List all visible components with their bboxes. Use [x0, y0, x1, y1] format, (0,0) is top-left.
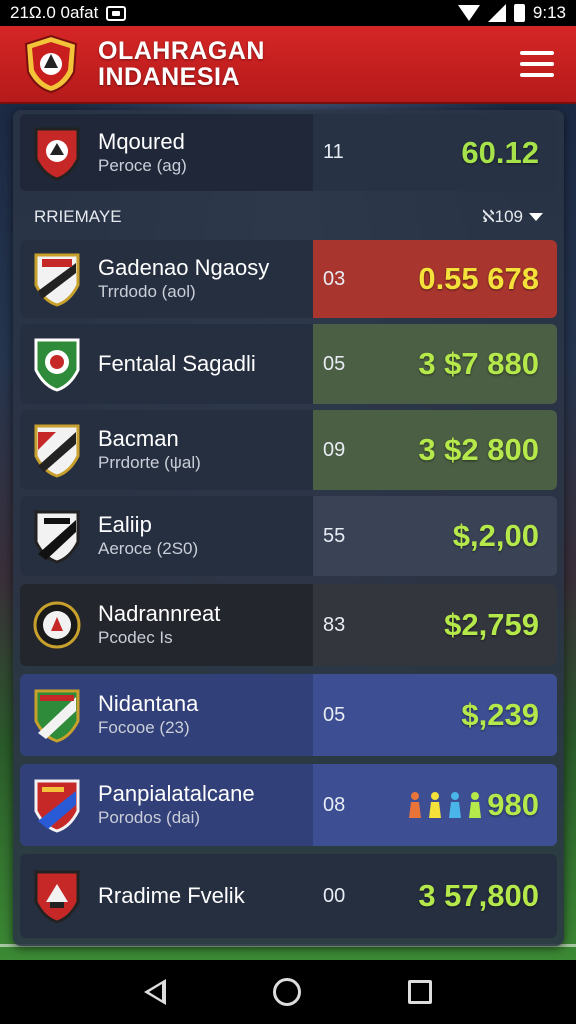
featured-row[interactable]: Mqoured Peroce (ag) 11 60.12 [20, 114, 557, 191]
team-name: Nidantana [98, 691, 199, 716]
team-subtitle: Porodos (dai) [98, 808, 201, 827]
team-value-group: 980 [407, 787, 539, 823]
team-value: 3 57,800 [418, 878, 539, 913]
signal-icon [487, 4, 506, 22]
player-figures-icon [409, 792, 482, 818]
team-subtitle: Peroce (ag) [98, 155, 187, 175]
hamburger-menu-icon[interactable] [520, 51, 554, 77]
team-subtitle: Pcodec Is [98, 628, 173, 647]
team-rank: 11 [323, 141, 344, 163]
team-name: Bacman [98, 426, 179, 451]
team-value: 3 $2 800 [418, 432, 539, 467]
team-name: Nadrannreat [98, 601, 221, 626]
sort-dropdown[interactable]: ℵ109 [482, 207, 543, 227]
home-icon[interactable] [272, 978, 301, 1006]
team-value: 60.12 [461, 134, 539, 170]
table-row[interactable]: Nadrannreat Pcodec Is 83 $2,759 [20, 584, 557, 666]
team-rank: 09 [323, 438, 346, 461]
team-value: $2,759 [444, 607, 539, 642]
team-rank: 08 [323, 793, 346, 816]
team-value: 0.55 678 [418, 261, 539, 296]
team-badge-icon [34, 338, 80, 392]
wifi-icon [457, 5, 480, 21]
table-row[interactable]: Ealiip Aeroce (2S0) 55 $,2,00 [20, 496, 557, 576]
team-rank: 03 [323, 267, 346, 290]
standings-panel: Mqoured Peroce (ag) 11 60.12 RRIEMAYE ℵ1… [13, 110, 564, 946]
table-row[interactable]: Gadenao Ngaosy Trrdodo (aol) 03 0.55 678 [20, 240, 557, 318]
team-rank: 83 [323, 613, 346, 636]
navigation-bar [0, 960, 576, 1024]
team-value: 3 $7 880 [418, 346, 539, 381]
team-rank: 05 [323, 703, 346, 726]
team-subtitle: Focooe (23) [98, 718, 190, 737]
team-subtitle: Prrdorte (ψal) [98, 453, 201, 472]
team-name: Rradime Fvelik [98, 883, 245, 908]
status-bar: 21Ω.0 0afat 9:13 [0, 0, 576, 26]
table-row[interactable]: Fentalal Sagadli 05 3 $7 880 [20, 324, 557, 404]
table-row[interactable]: Rradime Fvelik 00 3 57,800 [20, 854, 557, 938]
table-row[interactable]: Nidantana Focooe (23) 05 $,239 [20, 674, 557, 756]
team-value: 980 [487, 787, 539, 822]
section-header: RRIEMAYE ℵ109 [20, 198, 557, 236]
team-value: $,239 [461, 697, 539, 732]
team-subtitle: Aeroce (2S0) [98, 539, 199, 558]
team-badge-icon [34, 253, 80, 307]
federation-logo-icon [24, 34, 78, 94]
team-name: Panpialatalcane [98, 781, 255, 806]
team-rank: 05 [323, 352, 346, 375]
message-icon [106, 5, 127, 21]
team-name: Ealiip [98, 512, 152, 537]
team-subtitle: Trrdodo (aol) [98, 282, 196, 301]
team-badge-icon [34, 424, 80, 478]
team-value: $,2,00 [452, 518, 539, 553]
table-row[interactable]: Bacman Prrdorte (ψal) 09 3 $2 800 [20, 410, 557, 490]
chevron-down-icon [529, 213, 543, 221]
clock: 9:13 [532, 3, 566, 22]
team-badge-icon [34, 779, 80, 833]
team-name: Gadenao Ngaosy [98, 255, 270, 280]
team-badge-icon [34, 689, 80, 743]
team-name: Fentalal Sagadli [98, 351, 256, 376]
recent-apps-icon[interactable] [408, 980, 433, 1004]
team-badge-icon [34, 870, 80, 924]
table-row[interactable]: Panpialatalcane Porodos (dai) 08 980 [20, 764, 557, 846]
app-title-line2: INDANESIA [98, 63, 241, 91]
team-rank: 00 [323, 884, 346, 907]
team-name: Mqoured [98, 128, 185, 154]
app-header: OLAHRAGAN INDANESIA [0, 26, 576, 104]
team-badge-icon [34, 510, 80, 564]
sort-label: ℵ109 [481, 207, 523, 226]
back-icon[interactable] [143, 979, 166, 1005]
team-badge-icon [33, 601, 81, 649]
battery-icon [513, 4, 525, 22]
team-badge-icon [34, 127, 80, 181]
app-title-line1: OLAHRAGAN [98, 37, 265, 65]
section-label: RRIEMAYE [34, 207, 122, 226]
status-text: 21Ω.0 0afat [10, 3, 99, 22]
team-rank: 55 [323, 524, 346, 547]
